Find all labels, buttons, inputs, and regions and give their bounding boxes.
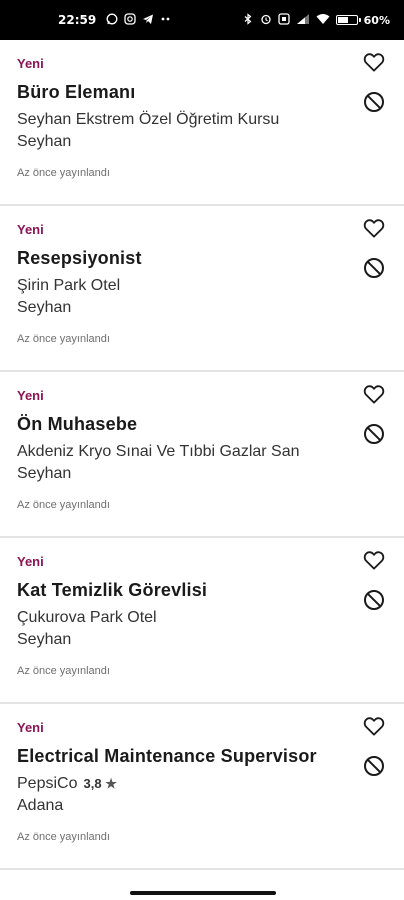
company-name: PepsiCo <box>17 774 78 792</box>
heart-icon <box>363 550 385 575</box>
nfc-icon <box>278 13 290 27</box>
job-location: Seyhan <box>17 299 72 316</box>
job-title[interactable]: Kat Temizlik Görevlisi <box>17 580 344 604</box>
telegram-icon <box>142 13 154 27</box>
heart-icon <box>363 384 385 409</box>
heart-icon <box>363 52 385 77</box>
save-job-button[interactable] <box>362 52 386 76</box>
hide-job-button[interactable] <box>362 423 386 450</box>
bluetooth-icon <box>242 13 254 27</box>
new-badge: Yeni <box>17 720 44 735</box>
job-title[interactable]: Ön Muhasebe <box>17 414 344 438</box>
company-name: Akdeniz Kryo Sınai Ve Tıbbi Gazlar San <box>17 442 300 460</box>
battery-percent: 60% <box>363 13 390 27</box>
posted-time: Az önce yayınlandı <box>17 333 110 345</box>
navigation-bar <box>0 882 404 900</box>
job-title[interactable]: Büro Elemanı <box>17 82 344 106</box>
new-badge: Yeni <box>17 554 44 569</box>
job-location: Seyhan <box>17 133 72 150</box>
battery-icon <box>335 15 361 25</box>
job-card[interactable]: Yeni Resepsiyonist Şirin Park Otel Seyha… <box>0 206 404 372</box>
job-title[interactable]: Electrical Maintenance Supervisor <box>17 746 344 770</box>
job-card[interactable]: Yeni Electrical Maintenance Supervisor P… <box>0 704 404 870</box>
instagram-icon <box>124 13 136 27</box>
star-icon: ★ <box>105 775 117 791</box>
alarm-icon <box>260 13 272 27</box>
new-badge: Yeni <box>17 222 44 237</box>
job-location: Seyhan <box>17 465 72 482</box>
company-line: Seyhan Ekstrem Özel Öğretim Kursu <box>17 109 344 130</box>
company-name: Çukurova Park Otel <box>17 608 157 626</box>
whatsapp-icon <box>106 13 118 27</box>
company-line: Akdeniz Kryo Sınai Ve Tıbbi Gazlar San <box>17 441 344 462</box>
save-job-button[interactable] <box>362 218 386 242</box>
job-card[interactable]: Yeni Ön Muhasebe Akdeniz Kryo Sınai Ve T… <box>0 372 404 538</box>
posted-time: Az önce yayınlandı <box>17 831 110 843</box>
heart-icon <box>363 716 385 741</box>
job-location: Seyhan <box>17 631 72 648</box>
job-card[interactable]: Yeni Büro Elemanı Seyhan Ekstrem Özel Öğ… <box>0 40 404 206</box>
posted-time: Az önce yayınlandı <box>17 665 110 677</box>
status-time: 22:59 <box>58 13 97 27</box>
block-icon <box>363 257 385 284</box>
status-bar: 22:59 60% <box>0 0 404 40</box>
job-title[interactable]: Resepsiyonist <box>17 248 344 272</box>
company-line: Şirin Park Otel <box>17 275 344 296</box>
more-dots-icon <box>160 13 172 27</box>
hide-job-button[interactable] <box>362 755 386 782</box>
signal-icon <box>296 13 310 27</box>
status-bar-right: 60% <box>242 13 390 27</box>
job-location: Adana <box>17 797 64 814</box>
company-line: Çukurova Park Otel <box>17 607 344 628</box>
posted-time: Az önce yayınlandı <box>17 167 110 179</box>
job-list: Yeni Büro Elemanı Seyhan Ekstrem Özel Öğ… <box>0 40 404 870</box>
new-badge: Yeni <box>17 56 44 71</box>
posted-time: Az önce yayınlandı <box>17 499 110 511</box>
home-gesture-handle[interactable] <box>130 891 276 895</box>
company-name: Seyhan Ekstrem Özel Öğretim Kursu <box>17 110 280 128</box>
block-icon <box>363 423 385 450</box>
hide-job-button[interactable] <box>362 257 386 284</box>
new-badge: Yeni <box>17 388 44 403</box>
company-line: PepsiCo 3,8 ★ <box>17 773 344 794</box>
wifi-icon <box>316 13 330 27</box>
save-job-button[interactable] <box>362 384 386 408</box>
save-job-button[interactable] <box>362 716 386 740</box>
company-rating: 3,8 ★ <box>83 775 117 791</box>
hide-job-button[interactable] <box>362 91 386 118</box>
block-icon <box>363 589 385 616</box>
save-job-button[interactable] <box>362 550 386 574</box>
job-card[interactable]: Yeni Kat Temizlik Görevlisi Çukurova Par… <box>0 538 404 704</box>
hide-job-button[interactable] <box>362 589 386 616</box>
status-bar-left: 22:59 <box>58 13 172 27</box>
block-icon <box>363 755 385 782</box>
company-name: Şirin Park Otel <box>17 276 121 294</box>
heart-icon <box>363 218 385 243</box>
block-icon <box>363 91 385 118</box>
